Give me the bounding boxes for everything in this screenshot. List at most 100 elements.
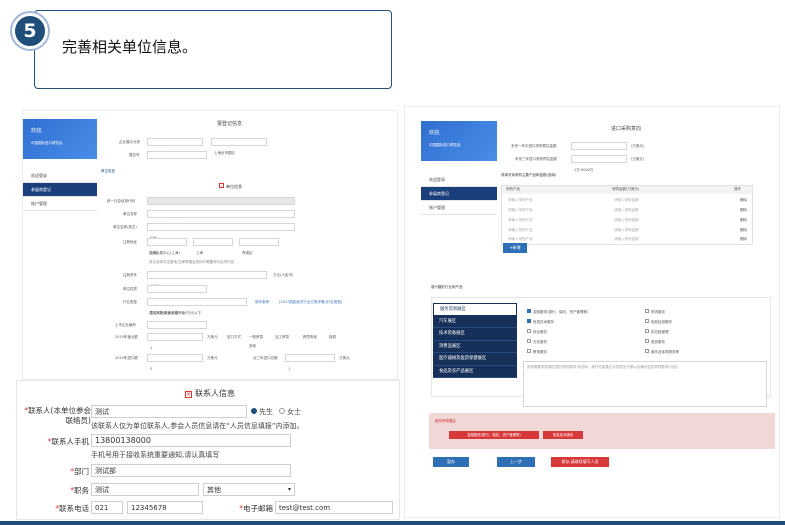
requirement-textarea[interactable]: 如有需要采购展区里的采购需求,请说明。我们可能通过对您提出方便以及满足您的采购需…: [523, 361, 767, 407]
import-option-0[interactable]: 一般贸易: [249, 335, 263, 340]
sidebar-item-account[interactable]: 账户管理: [421, 201, 497, 215]
table-row-2-delete[interactable]: 删除: [740, 218, 747, 223]
checkbox-supply-chain[interactable]: 供应链管理: [645, 329, 669, 335]
exhibit-type-label: 企业展示分类: [119, 140, 140, 144]
checkbox-icon: [645, 319, 649, 323]
capital-input[interactable]: 1212: [147, 271, 267, 288]
unit-name-en-input[interactable]: CIIE: [147, 223, 295, 240]
checkbox-icon: [527, 329, 531, 333]
import-amount3-input[interactable]: 1: [285, 354, 335, 371]
address-district-select[interactable]: 青浦区: [239, 238, 279, 255]
welcome-text: 欢迎,: [429, 130, 441, 136]
table-row-3-product[interactable]: 请输入采购产品: [508, 228, 533, 233]
checkbox-logistics[interactable]: 物流服务: [645, 309, 665, 315]
industry-select[interactable]: 新闻和出版业本地产业: [147, 298, 247, 315]
right-form-screenshot: 欢迎, 中国国际进口博览会 欢迎登录 参展商登记 账户管理 进口采购意向 未来一…: [404, 106, 780, 518]
contact-dept-input[interactable]: 测试部: [91, 464, 291, 477]
import-option-1[interactable]: 加工贸易: [275, 335, 289, 340]
plan3-label: 未来三年进口采购预估金额: [515, 157, 557, 161]
save-draft-button[interactable]: 暂存: [433, 457, 469, 467]
plan-unit: (万美元): [631, 144, 645, 148]
sidebar-item-exhibitor[interactable]: 参展商登记: [23, 183, 97, 197]
contact-phone-input[interactable]: 12345678: [127, 501, 203, 514]
table-row-1-amount[interactable]: 请输入采购金额: [614, 208, 639, 213]
table-header-op: 操作: [734, 187, 741, 191]
table-row-4-product[interactable]: 请输入采购产品: [508, 237, 533, 242]
bottom-border: [0, 521, 785, 525]
booth-input[interactable]: [147, 151, 207, 159]
sidebar-item-account[interactable]: 账户管理: [23, 197, 97, 211]
previous-step-button[interactable]: 上一步: [497, 457, 535, 467]
plan3-select[interactable]: 1万-5000万: [571, 155, 627, 172]
checkbox-icon: [645, 349, 649, 353]
contact-name-input[interactable]: 测试: [91, 405, 247, 418]
gender-female-radio[interactable]: 女士: [279, 407, 301, 417]
credit-code-input[interactable]: 9931013023151315234: [147, 197, 295, 214]
checkbox-education[interactable]: 教育服务: [527, 349, 547, 355]
checkbox-general[interactable]: 综合服务: [527, 329, 547, 335]
sidebar-item-welcome[interactable]: 欢迎登录: [421, 173, 497, 187]
import-option-2[interactable]: 跨境电商: [303, 335, 317, 340]
exhibit-type-select-2[interactable]: 上海全市图区: [211, 138, 267, 155]
import-amount3-label: 近三年进口总额: [253, 356, 278, 360]
industry-label: 行业类型: [123, 300, 137, 304]
table-row-3-delete[interactable]: 删除: [740, 228, 747, 233]
import-amount-input[interactable]: 2: [147, 354, 203, 371]
plan-select[interactable]: 1-5000万: [571, 142, 627, 159]
industry-menu-service[interactable]: 服务贸易展区: [433, 303, 517, 316]
sidebar-item-welcome[interactable]: 欢迎登录: [23, 169, 97, 183]
checkbox-it[interactable]: 信息技术服务: [527, 319, 554, 325]
revenue-input[interactable]: 1: [147, 333, 203, 350]
checkbox-finance[interactable]: 金融服务(银行、保险、资产管理等): [527, 309, 588, 315]
contact-title-select[interactable]: 其他 ▾: [203, 483, 295, 496]
plan-label: 未来一年中进口采购预估金额: [511, 144, 557, 148]
unit-section-icon: [219, 183, 224, 188]
industry-reference-link[interactable]: 填写参考:: [255, 300, 270, 305]
selected-tag-it[interactable]: 信息技术服务: [543, 431, 583, 439]
table-row-3-amount[interactable]: 请输入采购金额: [614, 228, 639, 233]
contact-phone-area-input[interactable]: 021: [91, 501, 123, 514]
exhibit-type-select[interactable]: 上海全市图区: [147, 138, 203, 155]
table-row-2-amount[interactable]: 请输入采购金额: [614, 218, 639, 223]
listed-input[interactable]: [147, 321, 207, 329]
table-row-0-delete[interactable]: 删除: [740, 198, 747, 203]
welcome-text: 欢迎,: [31, 128, 43, 134]
checkbox-entertainment[interactable]: 娱乐及体育服务等: [645, 349, 679, 355]
import-option-3[interactable]: 保税: [329, 335, 336, 340]
capital-label: 注册资本: [123, 273, 137, 277]
selected-tag-finance[interactable]: 金融服务(银行、保险、资产管理等): [449, 431, 539, 439]
table-row-0-product[interactable]: 请输入采购产品: [508, 198, 533, 203]
checkbox-tourism[interactable]: 旅游服务: [645, 339, 665, 345]
contact-mobile-input[interactable]: 13800138000: [91, 434, 291, 447]
unit-section-heading: 单位信息: [219, 183, 242, 190]
table-row-0-amount[interactable]: 请输入采购金额: [614, 198, 639, 203]
import-option-4[interactable]: 其他: [249, 344, 256, 349]
nature-select[interactable]: 事业单位: [147, 285, 207, 302]
gender-male-radio[interactable]: 先生: [251, 407, 273, 417]
table-row-4-delete[interactable]: 删除: [740, 237, 747, 242]
industry-menu-medical[interactable]: 医疗器械及医药保健展区: [433, 353, 517, 366]
checkbox-inspection[interactable]: 检验检测服务: [645, 319, 672, 325]
industry-menu-auto[interactable]: 汽车展区: [433, 316, 517, 328]
contact-title-label: *职务: [70, 486, 89, 495]
table-row-1-delete[interactable]: 删除: [740, 208, 747, 213]
table-row-2-product[interactable]: 请输入采购产品: [508, 218, 533, 223]
sidebar-item-exhibitor[interactable]: 参展商登记: [421, 187, 497, 201]
address-city-select[interactable]: 上海: [193, 238, 233, 255]
address-province-select[interactable]: 上海: [147, 238, 187, 255]
right-sidebar-menu: 欢迎登录 参展商登记 账户管理: [421, 173, 497, 215]
save-continue-button[interactable]: 保存,请继续填写人员: [551, 457, 609, 467]
contact-email-input[interactable]: test@test.com: [275, 501, 393, 514]
contact-title-input[interactable]: 测试: [91, 483, 199, 496]
nature-label: 单位性质: [123, 287, 137, 291]
checkbox-culture[interactable]: 文化服务: [527, 339, 547, 345]
add-row-button[interactable]: +新增: [503, 243, 527, 253]
table-row-1-product[interactable]: 请输入采购产品: [508, 208, 533, 213]
industry-menu-tech[interactable]: 技术装备展区: [433, 328, 517, 341]
industry-menu-consumer[interactable]: 消费品展区: [433, 341, 517, 353]
table-row-4-amount[interactable]: 请输入采购金额: [614, 237, 639, 242]
listed-label: 上市企业编号: [115, 323, 136, 327]
industry-menu-food[interactable]: 食品及农产品展区: [433, 366, 517, 378]
unit-name-input[interactable]: 中国国际进口博览会: [147, 210, 295, 227]
industry-hint[interactable]: (2017国民经济行业分类详情)(行业类型): [279, 300, 342, 305]
